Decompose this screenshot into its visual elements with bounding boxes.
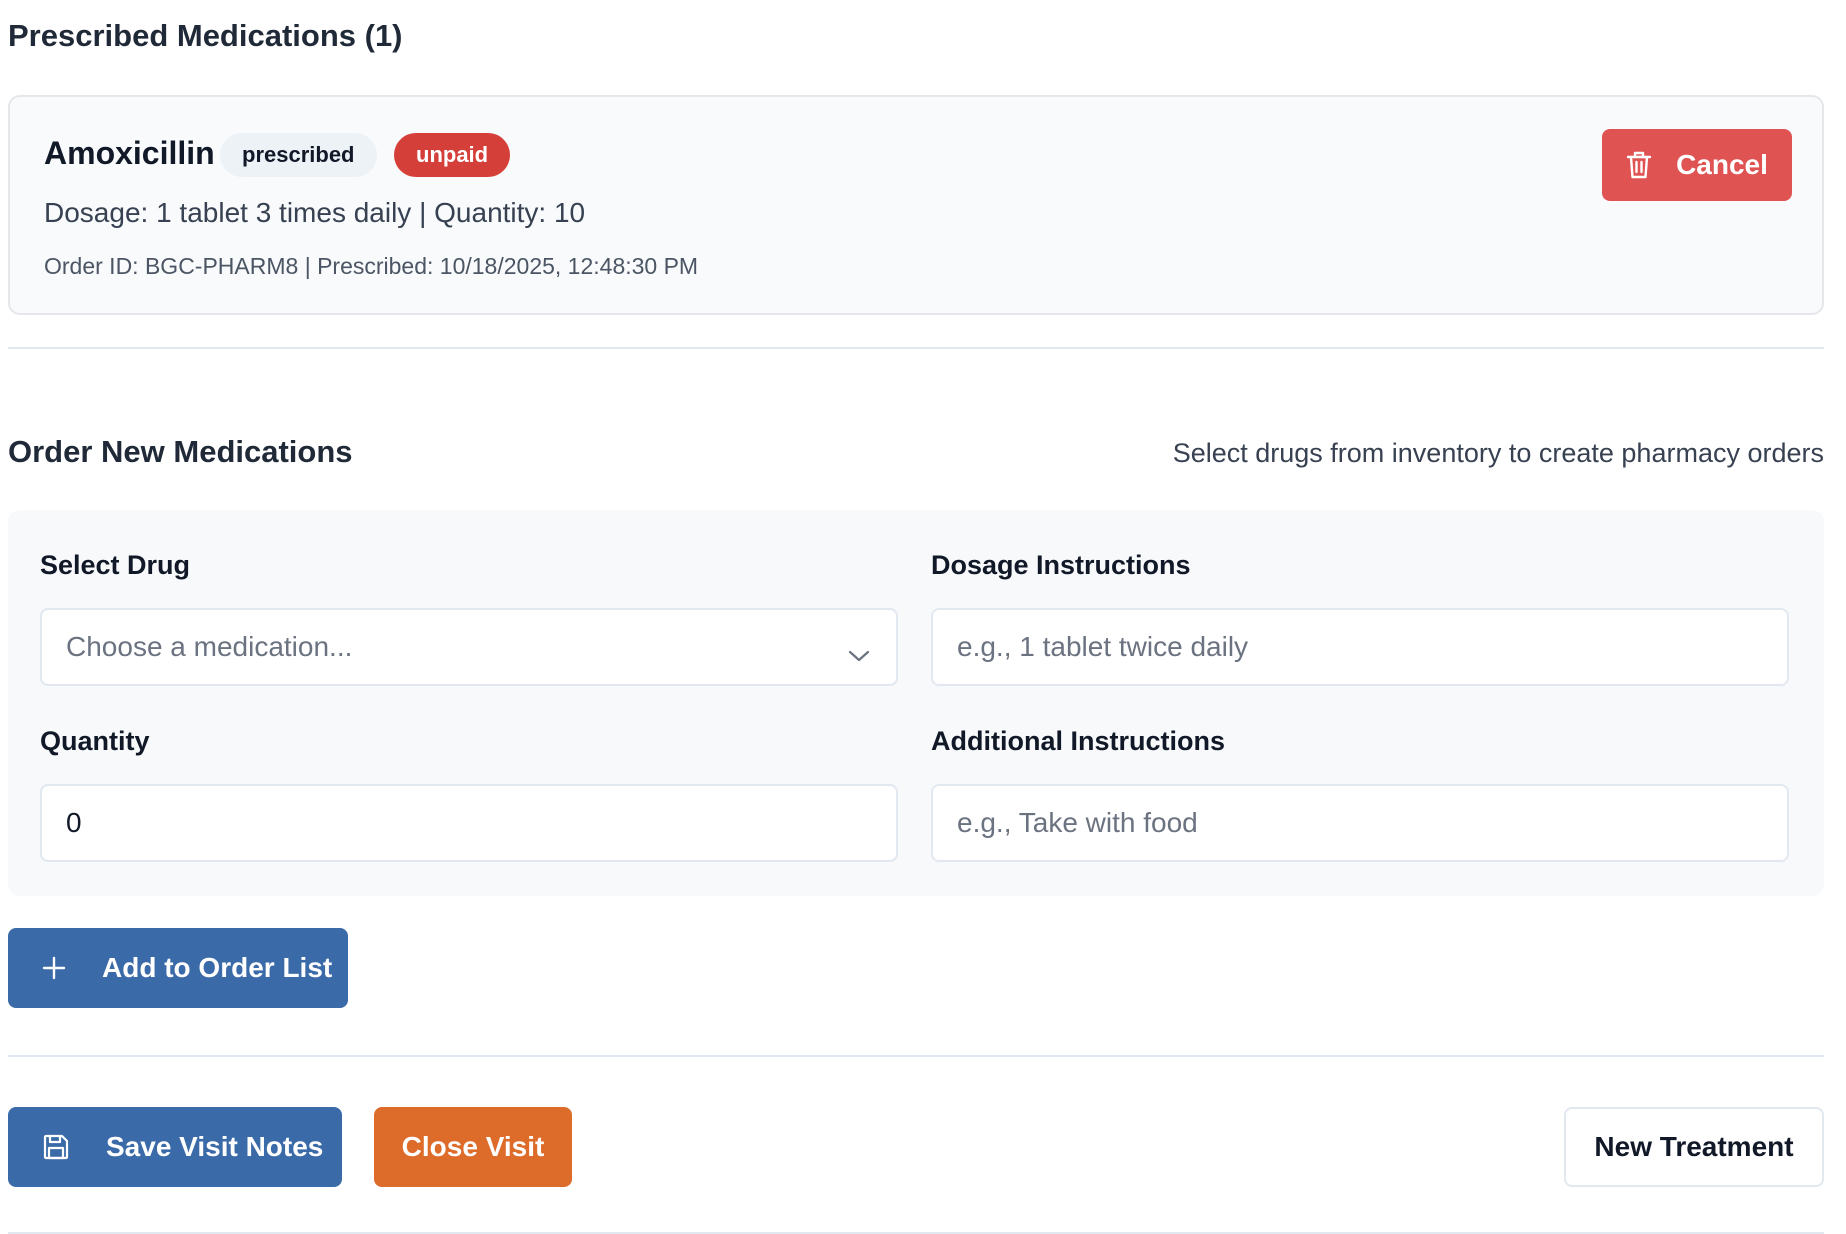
drug-select[interactable]: Choose a medication... <box>40 608 898 686</box>
medications-panel: Prescribed Medications (1) Amoxicillin p… <box>0 0 1846 1234</box>
medication-card: Amoxicillin prescribed unpaid Dosage: 1 … <box>8 95 1824 315</box>
quantity-value: 0 <box>66 807 82 838</box>
status-badge: prescribed <box>220 133 377 177</box>
payment-badge: unpaid <box>394 133 511 177</box>
new-treatment-button[interactable]: New Treatment <box>1564 1107 1824 1187</box>
order-hint-text: Select drugs from inventory to create ph… <box>1172 438 1824 468</box>
save-icon <box>42 1133 70 1161</box>
dosage-instructions-input[interactable]: e.g., 1 tablet twice daily <box>931 608 1789 686</box>
add-to-order-list-label: Add to Order List <box>102 952 333 983</box>
select-drug-label: Select Drug <box>40 550 191 580</box>
dosage-instructions-label: Dosage Instructions <box>931 550 1191 580</box>
drug-select-placeholder: Choose a medication... <box>66 631 353 662</box>
prescribed-medications-title: Prescribed Medications (1) <box>8 18 403 53</box>
order-new-medications-title: Order New Medications <box>8 434 353 469</box>
plus-icon <box>42 956 66 980</box>
cancel-medication-button[interactable]: Cancel <box>1602 129 1792 201</box>
medication-dosage: Dosage: 1 tablet 3 times daily | Quantit… <box>44 197 586 228</box>
medication-name: Amoxicillin <box>44 135 215 171</box>
add-to-order-list-button[interactable]: Add to Order List <box>8 928 348 1008</box>
additional-instructions-label: Additional Instructions <box>931 726 1225 756</box>
order-form-panel: Select Drug Choose a medication... Dosag… <box>8 510 1824 896</box>
quantity-label: Quantity <box>40 726 150 756</box>
quantity-input[interactable]: 0 <box>40 784 898 862</box>
cancel-label: Cancel <box>1676 149 1768 180</box>
additional-instructions-placeholder: e.g., Take with food <box>957 807 1198 838</box>
close-visit-button[interactable]: Close Visit <box>374 1107 572 1187</box>
divider <box>8 347 1824 349</box>
save-visit-notes-button[interactable]: Save Visit Notes <box>8 1107 342 1187</box>
save-visit-notes-label: Save Visit Notes <box>106 1131 324 1162</box>
chevron-down-icon <box>848 638 870 670</box>
additional-instructions-input[interactable]: e.g., Take with food <box>931 784 1789 862</box>
medication-order-meta: Order ID: BGC-PHARM8 | Prescribed: 10/18… <box>44 253 699 279</box>
trash-icon <box>1626 150 1652 180</box>
dosage-instructions-placeholder: e.g., 1 tablet twice daily <box>957 631 1249 662</box>
divider <box>8 1055 1824 1057</box>
